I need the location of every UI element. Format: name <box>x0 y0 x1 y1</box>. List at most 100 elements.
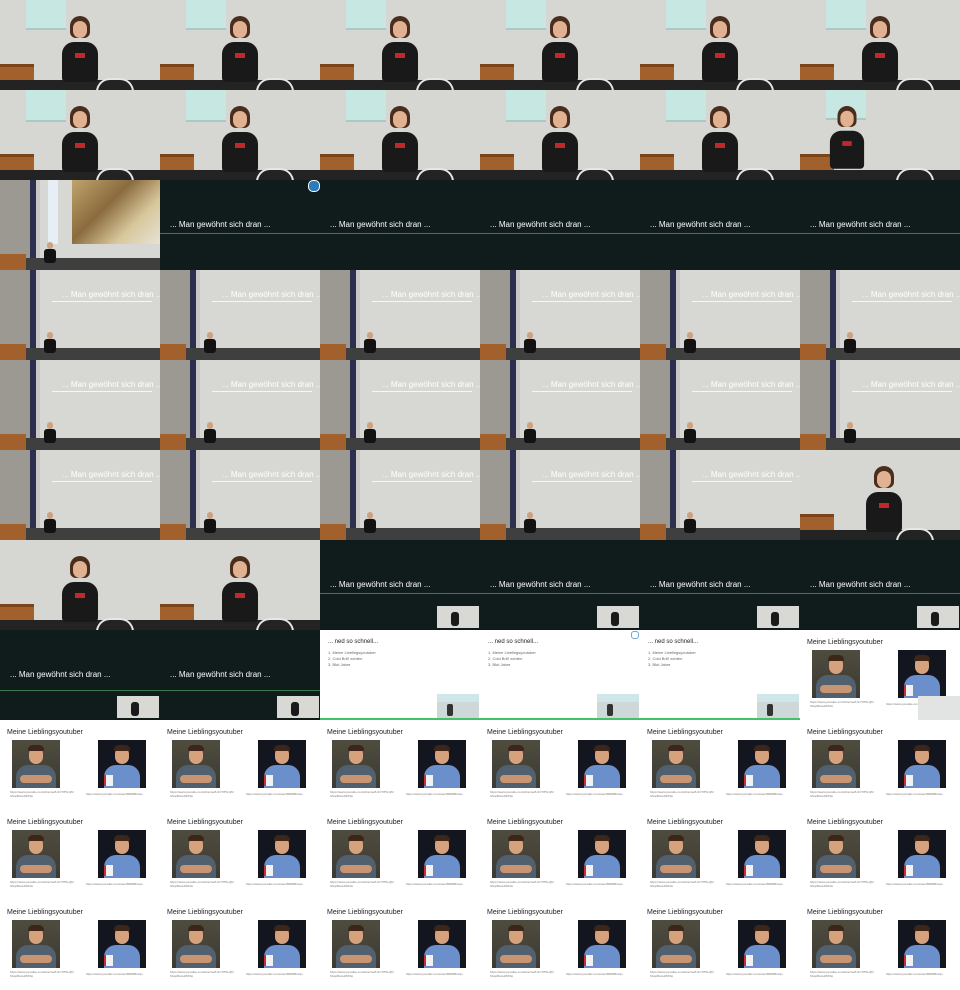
source-url[interactable]: https://www.youtube.com/channel/UCY9T5LQ… <box>810 880 873 888</box>
video-frame[interactable]: ... Man gewöhnt sich dran ... <box>160 630 320 720</box>
source-url[interactable]: https://www.youtube.com/channel/UCY9T5LQ… <box>330 790 393 798</box>
video-frame[interactable] <box>0 90 160 180</box>
source-url[interactable]: https://www.youtube.com/user/MRMBrunjo <box>246 792 316 796</box>
source-url[interactable]: https://www.youtube.com/user/MRMBrunjo <box>566 882 636 886</box>
video-frame[interactable]: ... Man gewöhnt sich dran ... <box>0 360 160 450</box>
source-url[interactable]: https://www.youtube.com/user/MRMBrunjo <box>246 972 316 976</box>
source-url[interactable]: https://www.youtube.com/channel/UCY9T5LQ… <box>810 700 873 708</box>
video-frame[interactable]: Meine Lieblingsyoutuber https://www.youtu… <box>800 630 960 720</box>
video-frame[interactable]: ... Man gewöhnt sich dran ... <box>0 450 160 540</box>
video-frame[interactable]: Meine Lieblingsyoutuber https://www.youtu… <box>640 900 800 990</box>
source-url[interactable]: https://www.youtube.com/user/MRMBrunjo <box>406 882 476 886</box>
video-frame[interactable] <box>0 0 160 90</box>
source-url[interactable]: https://www.youtube.com/user/MRMBrunjo <box>566 792 636 796</box>
video-frame[interactable]: ... Man gewöhnt sich dran ... <box>160 360 320 450</box>
video-frame[interactable]: Meine Lieblingsyoutuber https://www.youtu… <box>160 900 320 990</box>
source-url[interactable]: https://www.youtube.com/user/MRMBrunjo <box>86 882 156 886</box>
source-url[interactable]: https://www.youtube.com/channel/UCY9T5LQ… <box>490 970 553 978</box>
video-frame[interactable]: ... Man gewöhnt sich dran ... <box>640 180 800 270</box>
source-url[interactable]: https://www.youtube.com/channel/UCY9T5LQ… <box>330 970 393 978</box>
source-url[interactable]: https://www.youtube.com/channel/UCY9T5LQ… <box>810 970 873 978</box>
video-frame[interactable]: ... Man gewöhnt sich dran ... <box>800 270 960 360</box>
source-url[interactable]: https://www.youtube.com/channel/UCY9T5LQ… <box>650 790 713 798</box>
video-frame[interactable]: ... Man gewöhnt sich dran ... <box>480 180 640 270</box>
video-frame[interactable] <box>640 0 800 90</box>
video-frame[interactable]: ... Man gewöhnt sich dran ... <box>800 540 960 630</box>
source-url[interactable]: https://www.youtube.com/user/MRMBrunjo <box>726 882 796 886</box>
source-url[interactable]: https://www.youtube.com/channel/UCY9T5LQ… <box>170 880 233 888</box>
video-frame[interactable]: Meine Lieblingsyoutuber https://www.youtu… <box>0 900 160 990</box>
video-frame[interactable]: Meine Lieblingsyoutuber https://www.youtu… <box>0 810 160 900</box>
video-frame[interactable] <box>160 0 320 90</box>
video-frame[interactable]: ... Man gewöhnt sich dran ... <box>320 270 480 360</box>
source-url[interactable]: https://www.youtube.com/user/MRMBrunjo <box>406 972 476 976</box>
video-frame[interactable]: Meine Lieblingsyoutuber https://www.youtu… <box>0 720 160 810</box>
video-frame[interactable]: Meine Lieblingsyoutuber https://www.youtu… <box>320 900 480 990</box>
video-frame[interactable] <box>800 0 960 90</box>
video-frame[interactable]: ... Man gewöhnt sich dran ... <box>480 450 640 540</box>
source-url[interactable]: https://www.youtube.com/user/MRMBrunjo <box>726 972 796 976</box>
source-url[interactable]: https://www.youtube.com/user/MRMBrunjo <box>886 882 956 886</box>
video-frame[interactable]: ... Man gewöhnt sich dran ... <box>160 180 320 270</box>
video-frame[interactable]: ... ned so schnell... 1. Meine Lieblingsy… <box>480 630 640 720</box>
source-url[interactable]: https://www.youtube.com/user/MRMBrunjo <box>406 792 476 796</box>
video-frame[interactable]: ... Man gewöhnt sich dran ... <box>640 450 800 540</box>
video-frame[interactable]: Meine Lieblingsyoutuber https://www.youtu… <box>640 720 800 810</box>
video-frame[interactable]: ... Man gewöhnt sich dran ... <box>0 630 160 720</box>
video-frame[interactable] <box>320 0 480 90</box>
video-frame[interactable] <box>0 180 160 270</box>
source-url[interactable]: https://www.youtube.com/channel/UCY9T5LQ… <box>330 880 393 888</box>
source-url[interactable]: https://www.youtube.com/channel/UCY9T5LQ… <box>10 880 73 888</box>
video-frame[interactable]: Meine Lieblingsyoutuber https://www.youtu… <box>480 900 640 990</box>
video-frame[interactable]: Meine Lieblingsyoutuber https://www.youtu… <box>800 720 960 810</box>
video-frame[interactable]: Meine Lieblingsyoutuber https://www.youtu… <box>320 810 480 900</box>
video-frame[interactable]: Meine Lieblingsyoutuber https://www.youtu… <box>320 720 480 810</box>
video-frame[interactable]: Meine Lieblingsyoutuber https://www.youtu… <box>640 810 800 900</box>
video-frame[interactable]: ... Man gewöhnt sich dran ... <box>480 540 640 630</box>
video-frame[interactable]: ... Man gewöhnt sich dran ... <box>800 180 960 270</box>
video-frame[interactable]: ... Man gewöhnt sich dran ... <box>640 270 800 360</box>
source-url[interactable]: https://www.youtube.com/channel/UCY9T5LQ… <box>650 970 713 978</box>
source-url[interactable]: https://www.youtube.com/user/MRMBrunjo <box>566 972 636 976</box>
video-frame[interactable]: Meine Lieblingsyoutuber https://www.youtu… <box>160 720 320 810</box>
video-frame[interactable]: Meine Lieblingsyoutuber https://www.youtu… <box>800 810 960 900</box>
source-url[interactable]: https://www.youtube.com/user/MRMBrunjo <box>886 972 956 976</box>
video-frame[interactable]: ... ned so schnell... 1. Meine Lieblingsy… <box>640 630 800 720</box>
source-url[interactable]: https://www.youtube.com/channel/UCY9T5LQ… <box>810 790 873 798</box>
video-frame[interactable]: Meine Lieblingsyoutuber https://www.youtu… <box>480 720 640 810</box>
video-frame[interactable]: ... Man gewöhnt sich dran ... <box>0 270 160 360</box>
video-frame[interactable]: ... ned so schnell... 1. Meine Lieblingsy… <box>320 630 480 720</box>
source-url[interactable]: https://www.youtube.com/user/MRMBrunjo <box>86 792 156 796</box>
video-frame[interactable] <box>800 90 960 180</box>
video-frame[interactable]: ... Man gewöhnt sich dran ... <box>320 450 480 540</box>
video-frame[interactable]: ... Man gewöhnt sich dran ... <box>160 450 320 540</box>
video-frame[interactable]: ... Man gewöhnt sich dran ... <box>640 540 800 630</box>
video-frame[interactable]: Meine Lieblingsyoutuber https://www.youtu… <box>160 810 320 900</box>
video-frame[interactable] <box>320 90 480 180</box>
video-frame[interactable] <box>480 90 640 180</box>
video-frame[interactable]: ... Man gewöhnt sich dran ... <box>320 180 480 270</box>
pause-icon[interactable] <box>631 631 639 639</box>
video-frame[interactable]: Meine Lieblingsyoutuber https://www.youtu… <box>800 900 960 990</box>
source-url[interactable]: https://www.youtube.com/channel/UCY9T5LQ… <box>10 790 73 798</box>
video-frame[interactable] <box>480 0 640 90</box>
video-frame[interactable]: ... Man gewöhnt sich dran ... <box>800 360 960 450</box>
video-frame[interactable] <box>640 90 800 180</box>
source-url[interactable]: https://www.youtube.com/user/MRMBrunjo <box>246 882 316 886</box>
video-frame[interactable] <box>0 540 160 630</box>
video-frame[interactable]: ... Man gewöhnt sich dran ... <box>480 360 640 450</box>
video-frame[interactable]: Meine Lieblingsyoutuber https://www.youtu… <box>480 810 640 900</box>
video-frame[interactable] <box>800 450 960 540</box>
pause-icon[interactable] <box>308 180 320 192</box>
video-frame[interactable]: ... Man gewöhnt sich dran ... <box>160 270 320 360</box>
source-url[interactable]: https://www.youtube.com/channel/UCY9T5LQ… <box>170 790 233 798</box>
video-frame[interactable] <box>160 540 320 630</box>
source-url[interactable]: https://www.youtube.com/channel/UCY9T5LQ… <box>170 970 233 978</box>
video-frame[interactable]: ... Man gewöhnt sich dran ... <box>480 270 640 360</box>
source-url[interactable]: https://www.youtube.com/channel/UCY9T5LQ… <box>490 790 553 798</box>
source-url[interactable]: https://www.youtube.com/user/MRMBrunjo <box>86 972 156 976</box>
video-frame[interactable]: ... Man gewöhnt sich dran ... <box>320 360 480 450</box>
source-url[interactable]: https://www.youtube.com/channel/UCY9T5LQ… <box>490 880 553 888</box>
source-url[interactable]: https://www.youtube.com/user/MRMBrunjo <box>726 792 796 796</box>
video-frame[interactable] <box>160 90 320 180</box>
